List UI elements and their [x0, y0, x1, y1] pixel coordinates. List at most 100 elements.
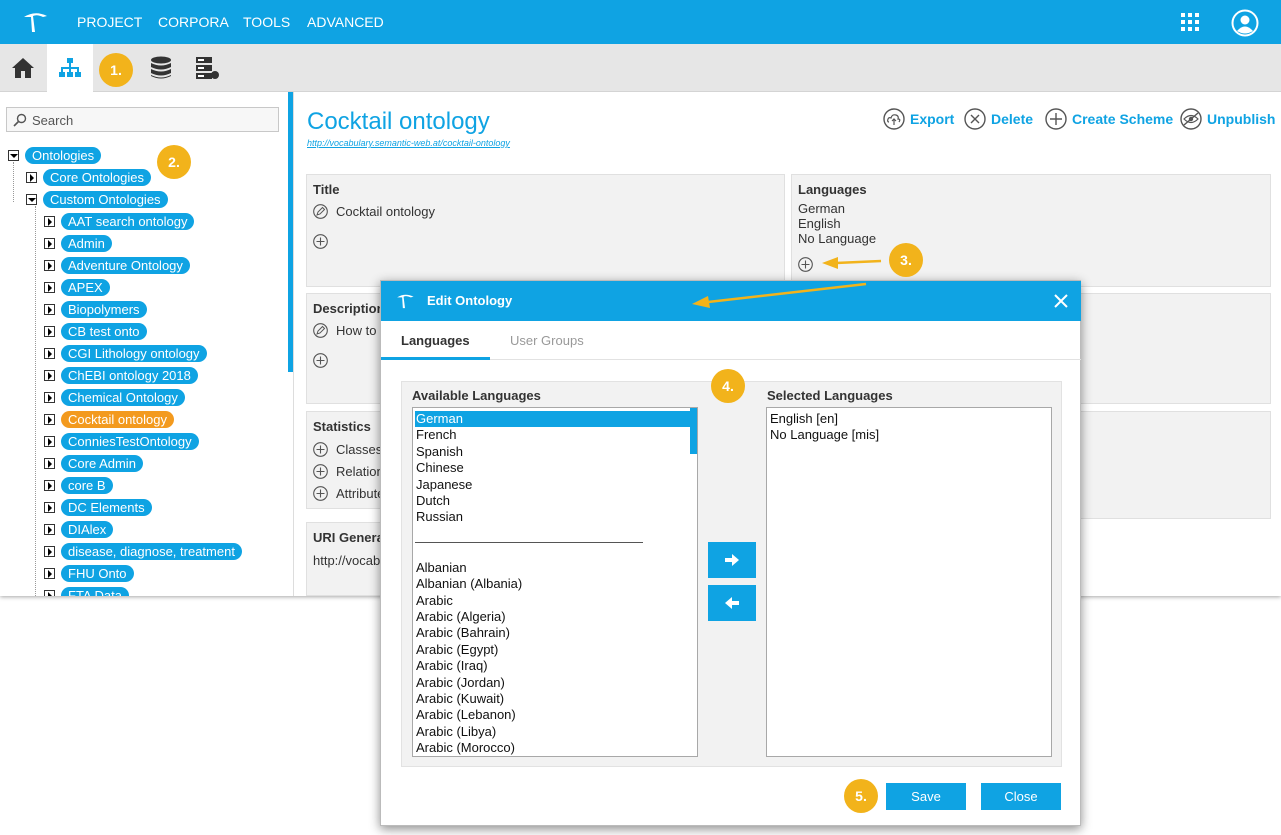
- add-language-button[interactable]: [708, 542, 756, 578]
- nav-corpora[interactable]: CORPORA: [158, 14, 229, 30]
- tree-node-ontology-label[interactable]: ChEBI ontology 2018: [61, 367, 198, 384]
- nav-tools[interactable]: TOOLS: [243, 14, 290, 30]
- language-option[interactable]: Arabic: [415, 593, 453, 609]
- tree-node-ontology-label[interactable]: FTA Data: [61, 587, 129, 596]
- tree-node-ontologies-label[interactable]: Ontologies: [25, 147, 102, 164]
- language-option[interactable]: Arabic (Kuwait): [415, 691, 504, 707]
- expand-toggle-icon[interactable]: [44, 414, 55, 425]
- language-option[interactable]: Arabic (Iraq): [415, 658, 488, 674]
- language-option[interactable]: Russian: [415, 509, 463, 525]
- close-icon[interactable]: [1053, 293, 1069, 309]
- tree-node-core-ontologies-label[interactable]: Core Ontologies: [43, 169, 151, 186]
- tree-node-ontology-label[interactable]: Cocktail ontology: [61, 411, 174, 428]
- expand-toggle-icon[interactable]: [44, 524, 55, 535]
- expand-toggle-icon[interactable]: [44, 546, 55, 557]
- edit-description-icon[interactable]: [313, 323, 328, 338]
- delete-button[interactable]: Delete: [964, 108, 1033, 130]
- language-option[interactable]: Spanish: [415, 444, 463, 460]
- unpublish-button[interactable]: Unpublish: [1180, 108, 1275, 130]
- expand-toggle-icon[interactable]: [44, 216, 55, 227]
- create-scheme-button[interactable]: Create Scheme: [1045, 108, 1173, 130]
- expand-toggle-icon[interactable]: [44, 502, 55, 513]
- language-option[interactable]: Japanese: [415, 477, 472, 493]
- expand-toggle-icon[interactable]: [44, 568, 55, 579]
- language-option[interactable]: Albanian: [415, 560, 467, 576]
- add-title-icon[interactable]: [313, 234, 328, 249]
- tree-node-ontology-label[interactable]: Biopolymers: [61, 301, 147, 318]
- user-account-icon[interactable]: [1231, 9, 1259, 37]
- tree-node-ontology-label[interactable]: FHU Onto: [61, 565, 134, 582]
- search-input[interactable]: Search: [6, 107, 279, 132]
- language-option[interactable]: Arabic (Morocco): [415, 740, 515, 756]
- logo-icon[interactable]: [21, 8, 49, 36]
- expand-toggle-icon[interactable]: [8, 150, 19, 161]
- hierarchy-button[interactable]: [47, 44, 93, 92]
- home-button[interactable]: [0, 44, 46, 92]
- expand-toggle-icon[interactable]: [44, 436, 55, 447]
- tree-node-ontology-label[interactable]: Core Admin: [61, 455, 143, 472]
- language-option[interactable]: Albanian (Albania): [415, 576, 522, 592]
- database-button[interactable]: [138, 44, 184, 92]
- expand-attributes-icon[interactable]: [313, 486, 328, 501]
- tree-node-ontology-label[interactable]: ConniesTestOntology: [61, 433, 199, 450]
- expand-toggle-icon[interactable]: [44, 238, 55, 249]
- expand-toggle-icon[interactable]: [44, 348, 55, 359]
- expand-toggle-icon[interactable]: [26, 194, 37, 205]
- available-languages-list[interactable]: German French Spanish Chinese Japanese Dutch R…: [412, 407, 698, 757]
- expand-toggle-icon[interactable]: [26, 172, 37, 183]
- remove-language-button[interactable]: [708, 585, 756, 621]
- language-option[interactable]: Arabic (Libya): [415, 724, 496, 740]
- expand-toggle-icon[interactable]: [44, 304, 55, 315]
- save-button[interactable]: Save: [886, 783, 966, 810]
- tree-node-ontology-label[interactable]: core B: [61, 477, 113, 494]
- home-icon: [12, 58, 34, 78]
- tree-node-ontology-label[interactable]: CGI Lithology ontology: [61, 345, 207, 362]
- close-button[interactable]: Close: [981, 783, 1061, 810]
- tree-node-ontology-label[interactable]: DIAlex: [61, 521, 114, 538]
- expand-toggle-icon[interactable]: [44, 282, 55, 293]
- tree-node-ontology-label[interactable]: disease, diagnose, treatment: [61, 543, 242, 560]
- tree-node-ontology-label[interactable]: DC Elements: [61, 499, 152, 516]
- expand-classes-icon[interactable]: [313, 442, 328, 457]
- language-option[interactable]: Arabic (Jordan): [415, 675, 505, 691]
- expand-toggle-icon[interactable]: [44, 392, 55, 403]
- add-language-icon[interactable]: [798, 257, 813, 272]
- selected-languages-list[interactable]: English [en] No Language [mis]: [766, 407, 1052, 757]
- plus-circle-icon: [1045, 108, 1067, 130]
- expand-relations-icon[interactable]: [313, 464, 328, 479]
- expand-toggle-icon[interactable]: [44, 326, 55, 337]
- expand-toggle-icon[interactable]: [44, 480, 55, 491]
- language-option[interactable]: French: [415, 427, 456, 443]
- language-option[interactable]: Arabic (Lebanon): [415, 707, 516, 723]
- language-option[interactable]: Chinese: [415, 460, 464, 476]
- tree-node-ontology-label[interactable]: APEX: [61, 279, 110, 296]
- language-option[interactable]: Arabic (Egypt): [415, 642, 498, 658]
- apps-grid-icon[interactable]: [1181, 13, 1199, 31]
- language-option[interactable]: English [en]: [769, 411, 838, 427]
- tree-node-ontology-label[interactable]: Adventure Ontology: [61, 257, 190, 274]
- expand-toggle-icon[interactable]: [44, 458, 55, 469]
- language-option[interactable]: German: [415, 411, 692, 427]
- language-option[interactable]: No Language [mis]: [769, 427, 879, 443]
- ontology-uri-link[interactable]: http://vocabulary.semantic-web.at/cockta…: [307, 138, 510, 148]
- language-option[interactable]: Arabic (Algeria): [415, 609, 506, 625]
- tab-user-groups[interactable]: User Groups: [510, 333, 584, 348]
- add-description-icon[interactable]: [313, 353, 328, 368]
- export-button[interactable]: Export: [883, 108, 954, 130]
- edit-icon[interactable]: [313, 204, 328, 219]
- language-option[interactable]: Arabic (Bahrain): [415, 625, 510, 641]
- nav-project[interactable]: PROJECT: [77, 14, 142, 30]
- selected-languages-label: Selected Languages: [767, 388, 893, 403]
- language-option[interactable]: Dutch: [415, 493, 450, 509]
- expand-toggle-icon[interactable]: [44, 590, 55, 596]
- tab-languages[interactable]: Languages: [401, 333, 470, 348]
- tree-node-ontology-label[interactable]: CB test onto: [61, 323, 147, 340]
- tree-node-ontology-label[interactable]: Chemical Ontology: [61, 389, 185, 406]
- expand-toggle-icon[interactable]: [44, 370, 55, 381]
- expand-toggle-icon[interactable]: [44, 260, 55, 271]
- nav-advanced[interactable]: ADVANCED: [307, 14, 384, 30]
- tree-node-ontology-label[interactable]: AAT search ontology: [61, 213, 195, 230]
- tree-node-custom-ontologies-label[interactable]: Custom Ontologies: [43, 191, 168, 208]
- server-button[interactable]: [184, 44, 230, 92]
- tree-node-ontology-label[interactable]: Admin: [61, 235, 112, 252]
